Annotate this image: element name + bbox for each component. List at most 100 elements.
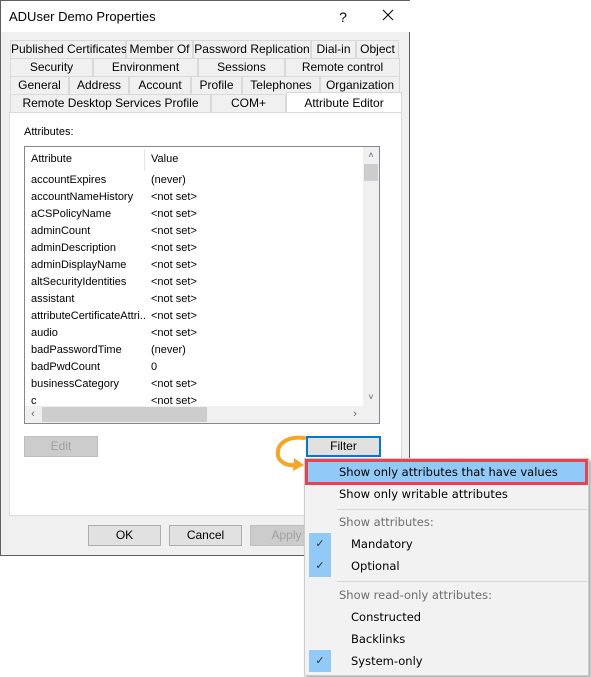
attribute-value: <not set> — [151, 191, 197, 203]
menu-item-system-only[interactable]: ✓ System-only — [307, 650, 586, 672]
attribute-value: <not set> — [151, 276, 197, 288]
menu-header-label: Show attributes: — [339, 515, 434, 529]
vertical-scrollbar[interactable]: ˄ ˅ — [363, 147, 379, 406]
attributes-label: Attributes: — [24, 126, 74, 138]
attribute-value: (never) — [151, 174, 186, 186]
attribute-name: altSecurityIdentities — [31, 276, 127, 288]
horizontal-scrollbar[interactable]: ‹ › — [25, 406, 363, 423]
tab-dial-in[interactable]: Dial-in — [311, 40, 356, 58]
table-row[interactable]: adminCount <not set> — [25, 223, 363, 240]
column-header-attribute[interactable]: Attribute — [25, 147, 144, 171]
table-row[interactable]: adminDescription <not set> — [25, 240, 363, 257]
tab-address[interactable]: Address — [69, 76, 129, 94]
attribute-name: attributeCertificateAttri... — [31, 310, 145, 322]
menu-separator — [337, 509, 587, 510]
table-row[interactable]: altSecurityIdentities <not set> — [25, 274, 363, 291]
close-icon — [382, 9, 394, 21]
menu-item-label: Constructed — [351, 610, 422, 624]
list-header: Attribute Value — [25, 147, 363, 171]
menu-item-label: Backlinks — [351, 632, 406, 646]
menu-item-label: Show only writable attributes — [339, 487, 508, 501]
window-title: ADUser Demo Properties — [9, 9, 156, 24]
filter-button[interactable]: Filter — [306, 436, 381, 457]
menu-item-label: Show only attributes that have values — [339, 465, 558, 479]
column-header-value[interactable]: Value — [145, 147, 295, 171]
title-bar: ADUser Demo Properties ? — [1, 0, 410, 32]
tab-remote-desktop-services-profile[interactable]: Remote Desktop Services Profile — [10, 94, 211, 112]
table-row[interactable]: audio <not set> — [25, 325, 363, 342]
attribute-name: businessCategory — [31, 378, 120, 390]
tab-member-of[interactable]: Member Of — [126, 40, 193, 58]
attribute-name: accountNameHistory — [31, 191, 134, 203]
attribute-name: adminDescription — [31, 242, 116, 254]
ok-button[interactable]: OK — [88, 525, 161, 546]
attribute-value: (never) — [151, 344, 186, 356]
table-row[interactable]: businessCategory <not set> — [25, 376, 363, 393]
attribute-value: <not set> — [151, 327, 197, 339]
vertical-scroll-thumb[interactable] — [364, 164, 378, 181]
table-row[interactable]: adminDisplayName <not set> — [25, 257, 363, 274]
tab-environment[interactable]: Environment — [93, 58, 198, 76]
attribute-name: adminCount — [31, 225, 91, 237]
scroll-right-icon[interactable]: › — [347, 406, 363, 423]
tab-object[interactable]: Object — [356, 40, 399, 58]
scroll-up-icon[interactable]: ˄ — [363, 147, 379, 163]
edit-button[interactable]: Edit — [24, 436, 98, 457]
attribute-name: adminDisplayName — [31, 259, 127, 271]
help-button[interactable]: ? — [331, 5, 355, 29]
scroll-left-icon[interactable]: ‹ — [25, 406, 41, 423]
table-row[interactable]: attributeCertificateAttri... <not set> — [25, 308, 363, 325]
menu-item-mandatory[interactable]: ✓ Mandatory — [307, 533, 586, 555]
tab-general[interactable]: General — [10, 76, 69, 94]
tab-password-replication[interactable]: Password Replication — [193, 40, 311, 58]
attribute-value: <not set> — [151, 259, 197, 271]
table-row[interactable]: assistant <not set> — [25, 291, 363, 308]
horizontal-scroll-thumb[interactable] — [42, 407, 207, 422]
tab-account[interactable]: Account — [129, 76, 191, 94]
attribute-name: accountExpires — [31, 174, 107, 186]
cancel-button[interactable]: Cancel — [169, 525, 242, 546]
table-row[interactable]: accountExpires (never) — [25, 172, 363, 189]
scrollbar-corner — [363, 406, 379, 423]
attribute-value: <not set> — [151, 242, 197, 254]
checkmark-icon: ✓ — [309, 650, 331, 672]
menu-separator — [337, 581, 587, 582]
attribute-name: assistant — [31, 293, 75, 305]
tab-sessions[interactable]: Sessions — [198, 58, 285, 76]
menu-item-show-only-with-values[interactable]: Show only attributes that have values — [305, 459, 588, 485]
tab-published-certificates[interactable]: Published Certificates — [10, 40, 127, 58]
tab-profile[interactable]: Profile — [191, 76, 242, 94]
attribute-editor-panel: Attributes: Attribute Value accountExpir… — [9, 112, 402, 516]
table-row[interactable]: accountNameHistory <not set> — [25, 189, 363, 206]
attribute-value: 0 — [151, 361, 158, 373]
menu-header-read-only: Show read-only attributes: — [307, 584, 586, 606]
menu-header-label: Show read-only attributes: — [339, 588, 492, 602]
table-row[interactable]: badPwdCount 0 — [25, 359, 363, 376]
attribute-name: badPasswordTime — [31, 344, 122, 356]
attribute-value: <not set> — [151, 225, 197, 237]
close-button[interactable] — [376, 5, 400, 29]
tab-remote-control[interactable]: Remote control — [285, 58, 400, 76]
table-row[interactable]: aCSPolicyName <not set> — [25, 206, 363, 223]
attribute-name: audio — [31, 327, 58, 339]
table-row[interactable]: badPasswordTime (never) — [25, 342, 363, 359]
checkmark-icon: ✓ — [309, 555, 331, 577]
tab-com-plus[interactable]: COM+ — [211, 94, 286, 112]
menu-item-optional[interactable]: ✓ Optional — [307, 555, 586, 577]
menu-item-backlinks[interactable]: Backlinks — [307, 628, 586, 650]
scroll-down-icon[interactable]: ˅ — [363, 389, 379, 405]
menu-item-label: Mandatory — [351, 537, 413, 551]
menu-item-show-only-writable[interactable]: Show only writable attributes — [307, 483, 586, 505]
menu-item-label: Optional — [351, 559, 400, 573]
checkmark-icon: ✓ — [309, 533, 331, 555]
attribute-value: <not set> — [151, 293, 197, 305]
menu-item-label: System-only — [351, 654, 423, 668]
menu-header-show-attributes: Show attributes: — [307, 511, 586, 533]
attributes-list[interactable]: Attribute Value accountExpires (never) acc… — [24, 146, 380, 424]
attribute-value: <not set> — [151, 378, 197, 390]
attribute-value: <not set> — [151, 208, 197, 220]
tab-attribute-editor[interactable]: Attribute Editor — [286, 92, 402, 112]
attribute-name: aCSPolicyName — [31, 208, 112, 220]
tab-security[interactable]: Security — [10, 58, 93, 76]
menu-item-constructed[interactable]: Constructed — [307, 606, 586, 628]
